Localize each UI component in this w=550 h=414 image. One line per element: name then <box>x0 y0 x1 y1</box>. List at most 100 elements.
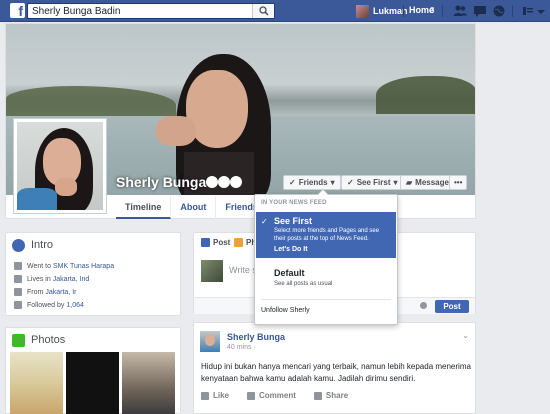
photo-thumbnail[interactable] <box>10 352 63 414</box>
search-input[interactable] <box>28 4 248 18</box>
redacted-blob <box>230 176 242 188</box>
avatar <box>356 4 369 18</box>
redacted-blob <box>206 176 218 188</box>
intro-row-followers: Followed by 1,064 <box>14 301 84 309</box>
home-count-badge: 3 <box>430 6 435 15</box>
comment-icon <box>247 391 256 400</box>
menu-item-description: Select more friends and Pages and see th… <box>274 228 380 242</box>
globe-notifications-icon[interactable] <box>491 3 507 19</box>
profile-name[interactable]: Sherly Bunga <box>116 174 206 190</box>
check-icon: ✓ <box>261 217 268 226</box>
share-button[interactable]: Share <box>313 391 349 400</box>
privacy-shortcuts-icon[interactable] <box>520 3 536 19</box>
chevron-down-icon: ▾ <box>393 178 398 187</box>
friends-button-label: Friends <box>298 178 328 187</box>
divider <box>512 5 513 17</box>
home-icon <box>14 275 22 283</box>
followers-link[interactable]: 1,064 <box>66 302 84 309</box>
intro-row-education: Went to SMK Tunas Harapa <box>14 262 114 270</box>
menu-item-title: See First <box>274 216 313 226</box>
friends-button[interactable]: ✓ Friends ▾ <box>283 175 341 190</box>
thumbs-up-icon <box>201 391 209 400</box>
photo-thumbnail[interactable] <box>66 352 119 414</box>
location-pin-icon <box>14 288 22 296</box>
search-icon <box>259 6 269 16</box>
comment-button[interactable]: Comment <box>247 391 296 400</box>
account-menu-icon[interactable] <box>536 3 546 19</box>
menu-item-see-first[interactable]: ✓ See First Select more friends and Page… <box>256 212 396 258</box>
chevron-down-icon: ▾ <box>330 178 335 187</box>
menu-item-title: Default <box>274 268 305 278</box>
city-link[interactable]: Jakarta, Ind <box>53 276 90 283</box>
photos-icon <box>12 334 25 347</box>
dropdown-header: IN YOUR NEWS FEED <box>261 200 327 206</box>
composer-tab-photo[interactable]: Ph <box>234 238 256 247</box>
menu-item-default[interactable]: Default See all posts as usual <box>274 268 332 287</box>
dropdown-caret <box>318 190 328 195</box>
post-author[interactable]: Sherly Bunga <box>227 332 285 342</box>
photos-card: Photos <box>5 327 181 414</box>
like-button[interactable]: Like <box>201 391 229 400</box>
message-button[interactable]: ▰ Message <box>400 175 455 190</box>
divider <box>442 5 443 17</box>
cover-trees-left <box>6 86 176 118</box>
comment-label: Comment <box>259 391 296 400</box>
post-button[interactable]: Post <box>435 300 469 313</box>
more-button[interactable]: ••• <box>449 175 468 190</box>
search-button[interactable] <box>252 4 274 18</box>
post-actions: Like Comment Share <box>201 391 348 400</box>
avatar <box>201 260 223 282</box>
like-label: Like <box>213 391 230 400</box>
post-timestamp[interactable]: 40 mins · <box>227 344 256 351</box>
photo-thumbnail[interactable] <box>122 352 175 414</box>
school-link[interactable]: SMK Tunas Harapa <box>53 263 114 270</box>
profile-tabs: Timeline About Friends <box>116 196 268 219</box>
feed-post: Sherly Bunga 40 mins · ⌄ Hidup ini bukan… <box>193 322 476 414</box>
message-button-label: Message <box>415 178 449 187</box>
see-first-button-label: See First <box>356 178 391 187</box>
tab-about[interactable]: About <box>171 196 217 219</box>
friend-requests-icon[interactable] <box>452 3 468 19</box>
intro-card: Intro Went to SMK Tunas Harapa Lives in … <box>5 232 181 316</box>
divider <box>403 5 404 17</box>
hometown-link[interactable]: Jakarta, Ir <box>45 289 76 296</box>
composer-tab-post-label: Post <box>213 238 231 247</box>
check-icon: ✓ <box>347 178 354 187</box>
message-icon: ▰ <box>406 178 413 187</box>
intro-row-from: From Jakarta, Ir <box>14 288 76 296</box>
intro-row-prefix: Lives in <box>27 275 51 283</box>
intro-row-prefix: From <box>27 288 44 296</box>
intro-row-prefix: Went to <box>27 262 51 270</box>
composer-tab-post[interactable]: Post <box>201 238 230 247</box>
intro-row-prefix: Followed by <box>27 301 65 309</box>
see-first-button[interactable]: ✓ See First ▾ <box>341 175 404 190</box>
share-icon <box>313 391 322 400</box>
pencil-icon <box>201 238 210 247</box>
user-profile-link[interactable]: Lukman <box>356 3 408 19</box>
chevron-down-icon[interactable]: ⌄ <box>462 331 469 340</box>
globe-icon <box>12 239 25 252</box>
avatar[interactable] <box>200 331 220 352</box>
intro-row-lives-in: Lives in Jakarta, Ind <box>14 275 89 283</box>
redacted-blob <box>218 176 230 188</box>
menu-item-unfollow[interactable]: Unfollow Sherly <box>261 307 310 314</box>
tab-timeline[interactable]: Timeline <box>116 196 172 219</box>
search-box <box>27 3 275 19</box>
post-text: Hidup ini bukan hanya mencari yang terba… <box>201 362 471 383</box>
menu-item-description: See all posts as usual <box>274 281 333 287</box>
check-icon: ✓ <box>289 178 296 187</box>
facebook-logo[interactable]: f <box>10 3 25 18</box>
cover-trees-right <box>376 76 475 114</box>
messages-icon[interactable] <box>472 3 488 19</box>
profile-picture[interactable] <box>13 118 107 214</box>
gear-icon[interactable] <box>420 302 427 309</box>
intro-title: Intro <box>31 239 54 251</box>
share-label: Share <box>325 391 349 400</box>
camera-icon <box>234 238 243 247</box>
see-first-dropdown-menu: IN YOUR NEWS FEED ✓ See First Select mor… <box>254 189 398 325</box>
photos-title: Photos <box>31 334 66 346</box>
profile-header: Sherly Bunga ✓ Friends ▾ ✓ See First ▾ ▰… <box>5 23 476 219</box>
rss-icon <box>14 301 22 309</box>
lets-do-it-link[interactable]: Let's Do It <box>274 246 308 253</box>
top-navigation-bar: f Lukman Home 3 <box>0 0 550 22</box>
